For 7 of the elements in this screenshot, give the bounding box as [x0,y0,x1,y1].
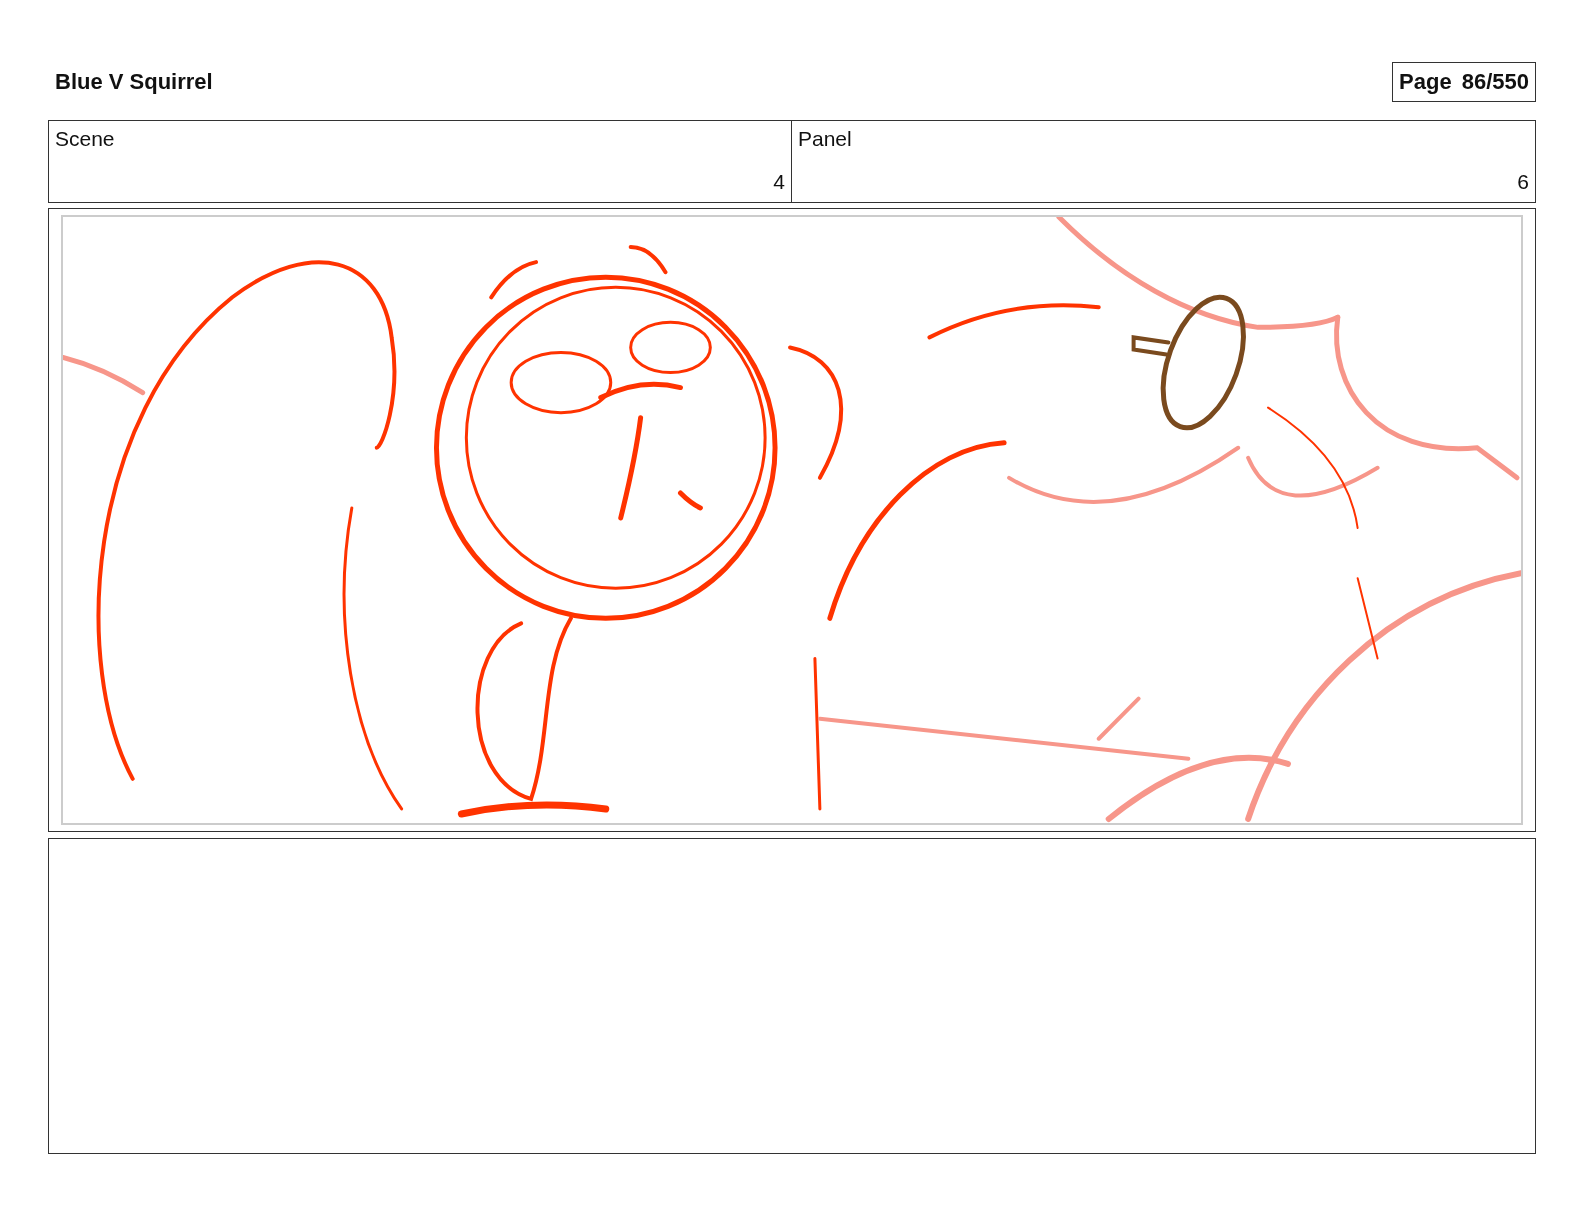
field-label: Scene [55,127,116,151]
page-label: Page [1399,69,1452,95]
field-value: 4 [773,170,785,194]
page-number: 86/550 [1461,69,1529,95]
field-value: 6 [1517,170,1529,194]
storyboard-title: Blue V Squirrel [54,69,213,95]
field-label: Panel [798,127,853,151]
